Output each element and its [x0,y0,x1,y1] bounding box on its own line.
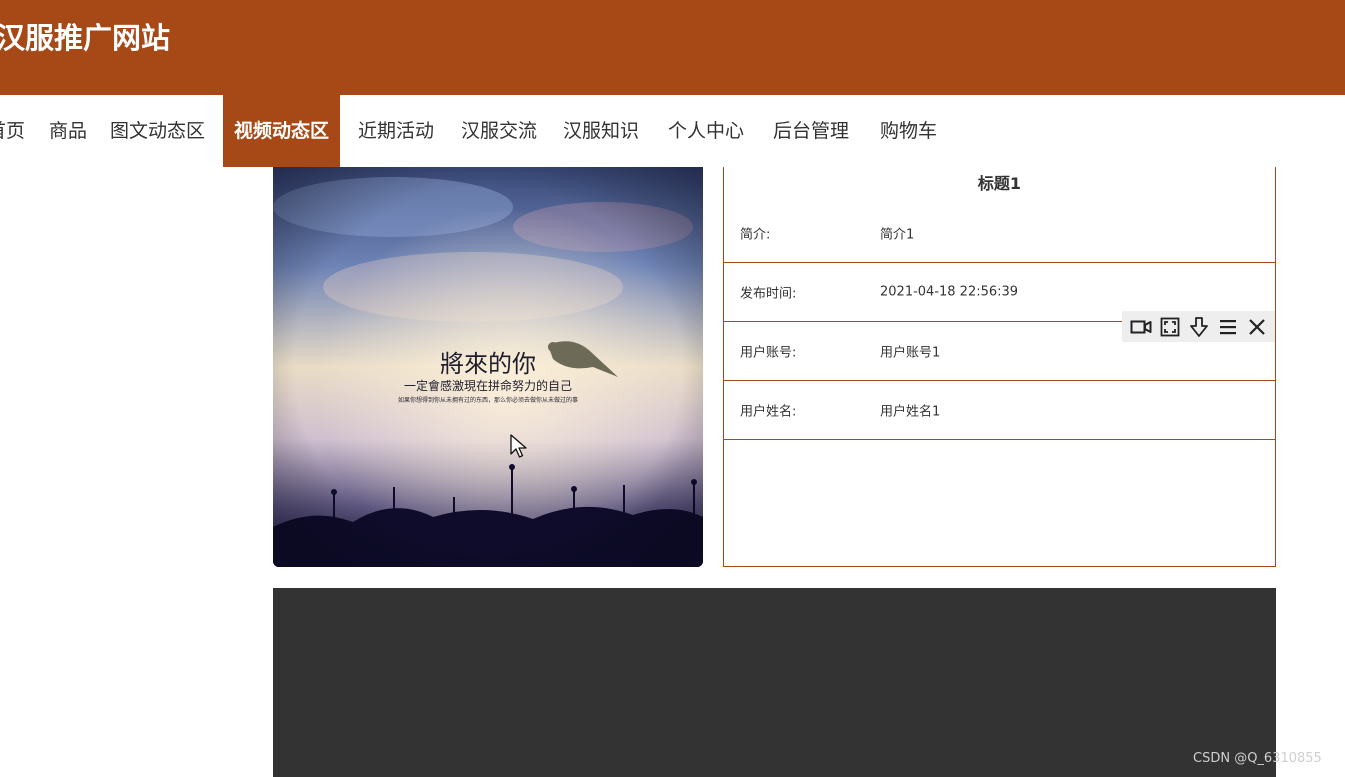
video-player[interactable] [273,588,1276,777]
cover-caption-line2: 如果你想得到你从未拥有过的东西，那么你必须去做你从未做过的事 [398,396,578,404]
field-value: 用户账号1 [880,345,941,361]
field-row-intro: 简介: 简介1 [724,204,1275,263]
cover-caption-title: 將來的你 [440,350,536,378]
nav-item-products[interactable]: 商品 [49,95,87,167]
download-icon[interactable] [1187,315,1211,339]
nav-item-video-feed[interactable]: 视频动态区 [223,95,341,167]
close-icon[interactable] [1245,315,1269,339]
nav-item-hanfu-knowledge[interactable]: 汉服知识 [563,95,639,167]
video-toolbar [1122,311,1275,342]
main-nav: 首页 商品 图文动态区 视频动态区 近期活动 汉服交流 汉服知识 个人中心 后台… [0,95,1345,167]
nav-item-hanfu-exchange[interactable]: 汉服交流 [461,95,537,167]
mouse-pointer-icon [510,434,528,464]
field-label: 简介: [740,227,771,243]
detail-panel: 标题1 简介: 简介1 发布时间: 2021-04-18 22:56:39 用户… [723,167,1276,567]
fullscreen-icon[interactable] [1158,315,1182,339]
site-title: 汉服推广网站 [0,21,171,55]
field-row-user-name: 用户姓名: 用户姓名1 [724,381,1275,440]
video-cover-image[interactable]: 將來的你 一定會感激現在拼命努力的自己 如果你想得到你从未拥有过的东西，那么你必… [273,167,703,567]
nav-item-image-feed[interactable]: 图文动态区 [110,95,205,167]
video-camera-icon[interactable] [1129,315,1153,339]
cover-caption-line1: 一定會感激現在拼命努力的自己 [404,378,572,393]
nav-item-personal-center[interactable]: 个人中心 [668,95,744,167]
nav-item-home[interactable]: 首页 [0,95,25,167]
nav-item-recent-events[interactable]: 近期活动 [358,95,434,167]
field-value: 简介1 [880,227,915,243]
field-value: 用户姓名1 [880,404,941,420]
detail-title: 标题1 [977,174,1022,193]
nav-item-cart[interactable]: 购物车 [880,95,937,167]
menu-icon[interactable] [1216,315,1240,339]
field-label: 用户姓名: [740,404,797,420]
field-value: 2021-04-18 22:56:39 [880,284,1019,300]
field-label: 发布时间: [740,286,797,302]
nav-item-admin[interactable]: 后台管理 [773,95,849,167]
field-label: 用户账号: [740,345,797,361]
watermark: CSDN @Q_6310855 [1193,751,1322,766]
cover-artwork: 將來的你 一定會感激現在拼命努力的自己 如果你想得到你从未拥有过的东西，那么你必… [273,167,703,567]
site-header: 汉服推广网站 [0,0,1345,95]
